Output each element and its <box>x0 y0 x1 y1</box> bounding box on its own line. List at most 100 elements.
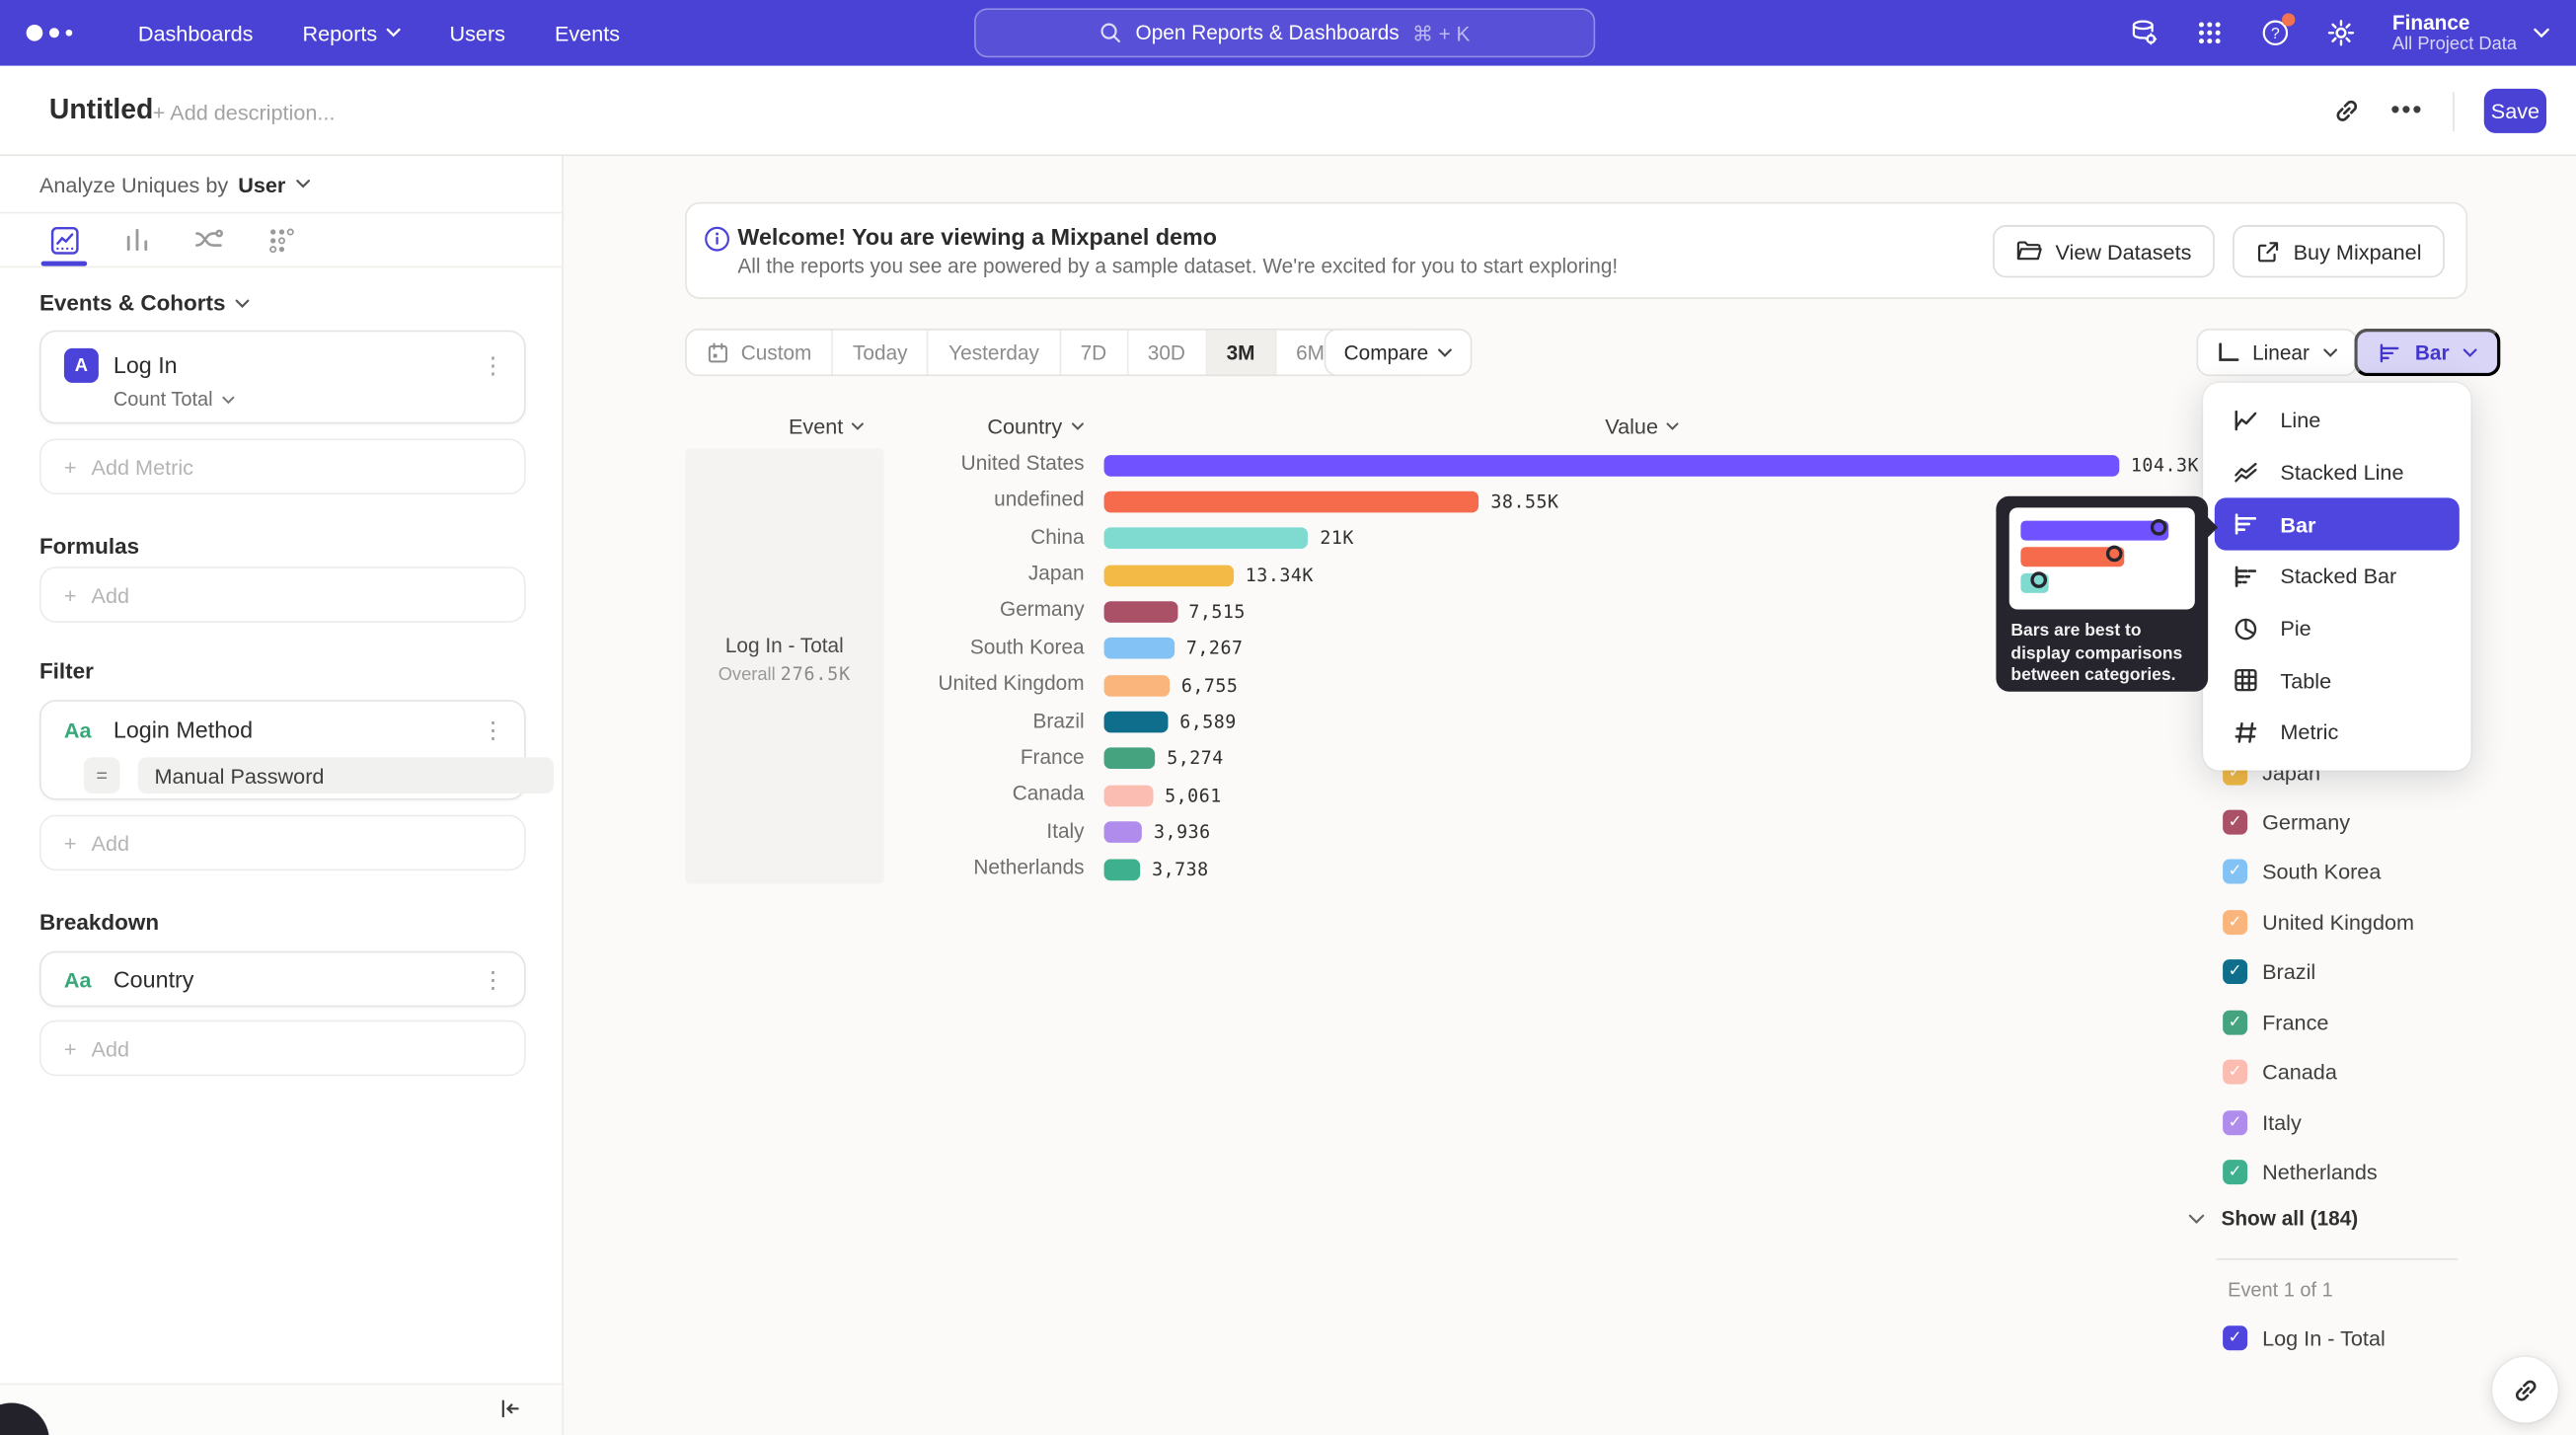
range-yesterday[interactable]: Yesterday <box>929 331 1060 375</box>
column-header-country[interactable]: Country <box>987 414 1083 438</box>
bar-united-kingdom[interactable] <box>1104 675 1171 697</box>
menu-item-metric[interactable]: Metric <box>2215 707 2460 759</box>
legend-checkbox[interactable]: ✓ <box>2223 1160 2247 1184</box>
bar-china[interactable] <box>1104 528 1309 550</box>
bar-italy[interactable] <box>1104 822 1143 844</box>
share-link-icon[interactable] <box>2333 97 2361 124</box>
events-cohorts-section-label[interactable]: Events & Cohorts <box>39 291 251 316</box>
legend-item-germany[interactable]: ✓Germany <box>2223 805 2350 838</box>
legend-item-netherlands[interactable]: ✓Netherlands <box>2223 1156 2378 1188</box>
tab-insights[interactable] <box>39 213 89 265</box>
show-all-toggle[interactable]: Show all (184) <box>2228 1207 2358 1230</box>
add-breakdown-button[interactable]: +Add <box>39 1020 526 1077</box>
chevron-down-icon <box>2322 347 2337 357</box>
report-title[interactable]: Untitled <box>49 94 153 126</box>
legend-item-south-korea[interactable]: ✓South Korea <box>2223 856 2381 888</box>
chart-type-button[interactable]: Bar <box>2354 329 2500 376</box>
tab-retention[interactable] <box>257 213 306 265</box>
legend-checkbox[interactable]: ✓ <box>2223 860 2247 884</box>
aggregation-dropdown[interactable]: Count Total <box>114 388 234 411</box>
breakdown-card-country[interactable]: Aa Country ⋮ <box>39 951 526 1008</box>
legend-item-italy[interactable]: ✓Italy <box>2223 1105 2302 1138</box>
filter-value-field[interactable]: Manual Password <box>138 757 554 793</box>
metric-card-log-in[interactable]: A Log In ⋮ Count Total <box>39 331 526 424</box>
project-switcher[interactable]: Finance All Project Data <box>2392 11 2549 55</box>
nav-item-reports[interactable]: Reports <box>302 21 400 45</box>
range-today[interactable]: Today <box>833 331 929 375</box>
kebab-menu-icon[interactable]: ⋮ <box>482 718 504 740</box>
legend-checkbox[interactable]: ✓ <box>2223 910 2247 935</box>
legend-item-united-kingdom[interactable]: ✓United Kingdom <box>2223 906 2414 939</box>
date-range-selector: CustomTodayYesterday7D30D3M6M12M <box>685 329 1427 376</box>
bar-row-label: Japan <box>892 562 1085 584</box>
range-3m[interactable]: 3M <box>1207 331 1277 375</box>
kebab-menu-icon[interactable]: ⋮ <box>482 967 504 990</box>
buy-mixpanel-button[interactable]: Buy Mixpanel <box>2233 225 2445 277</box>
add-formula-button[interactable]: +Add <box>39 566 526 623</box>
breakdown-property-name[interactable]: Country <box>114 966 194 993</box>
menu-item-stacked-bar[interactable]: Stacked Bar <box>2215 551 2460 603</box>
range-30d[interactable]: 30D <box>1128 331 1207 375</box>
add-formula-label: Add <box>92 582 130 607</box>
menu-item-stacked-line[interactable]: Stacked Line <box>2215 446 2460 498</box>
legend-series-log-in-total[interactable]: ✓ Log In - Total <box>2223 1321 2386 1353</box>
filter-card-login-method[interactable]: Aa Login Method ⋮ = Manual Password <box>39 700 526 800</box>
menu-item-line[interactable]: Line <box>2215 394 2460 446</box>
share-floating-button[interactable] <box>2492 1357 2558 1423</box>
series-checkbox[interactable]: ✓ <box>2223 1324 2247 1349</box>
column-header-event[interactable]: Event <box>789 414 865 438</box>
event-summary-panel: Log In - Total Overall 276.5K <box>685 448 883 883</box>
legend-item-brazil[interactable]: ✓Brazil <box>2223 955 2315 988</box>
bar-united-states[interactable] <box>1104 454 2120 476</box>
bar-canada[interactable] <box>1104 785 1154 806</box>
legend-checkbox[interactable]: ✓ <box>2223 809 2247 834</box>
tab-funnels[interactable] <box>112 213 161 265</box>
apps-grid-icon[interactable] <box>2195 18 2225 47</box>
view-datasets-button[interactable]: View Datasets <box>1993 225 2214 277</box>
nav-item-users[interactable]: Users <box>449 21 505 45</box>
bar-undefined[interactable] <box>1104 491 1479 512</box>
analyze-value-dropdown[interactable]: User <box>238 172 285 196</box>
range-7d[interactable]: 7D <box>1061 331 1128 375</box>
filter-property-name[interactable]: Login Method <box>114 717 253 743</box>
collapse-sidebar-icon[interactable] <box>497 1397 522 1421</box>
settings-gear-icon[interactable] <box>2326 18 2356 47</box>
metric-event-name[interactable]: Log In <box>114 351 178 378</box>
bar-germany[interactable] <box>1104 601 1177 623</box>
bar-brazil[interactable] <box>1104 712 1169 733</box>
legend-checkbox[interactable]: ✓ <box>2223 1060 2247 1085</box>
add-description-field[interactable]: + Add description... <box>153 101 336 125</box>
data-management-icon[interactable] <box>2130 18 2159 47</box>
help-icon[interactable]: ? <box>2261 18 2291 47</box>
global-search-input[interactable]: Open Reports & Dashboards ⌘ + K <box>974 8 1595 57</box>
more-options-icon[interactable]: ••• <box>2390 103 2423 119</box>
bar-netherlands[interactable] <box>1104 859 1141 880</box>
add-metric-button[interactable]: +Add Metric <box>39 438 526 494</box>
add-filter-button[interactable]: +Add <box>39 815 526 871</box>
legend-item-canada[interactable]: ✓Canada <box>2223 1056 2337 1089</box>
nav-item-dashboards[interactable]: Dashboards <box>138 21 254 45</box>
legend-item-france[interactable]: ✓France <box>2223 1006 2328 1038</box>
menu-item-table[interactable]: Table <box>2215 654 2460 707</box>
legend-checkbox[interactable]: ✓ <box>2223 959 2247 984</box>
tab-flows[interactable] <box>184 213 233 265</box>
menu-item-pie[interactable]: Pie <box>2215 602 2460 654</box>
save-button[interactable]: Save <box>2484 89 2546 133</box>
plus-icon: + <box>64 454 77 479</box>
menu-item-bar[interactable]: Bar <box>2215 498 2460 551</box>
linear-scale-button[interactable]: Linear <box>2196 329 2357 376</box>
legend-checkbox[interactable]: ✓ <box>2223 1010 2247 1034</box>
range-label: 6M <box>1296 340 1325 363</box>
mixpanel-logo-icon[interactable] <box>27 25 93 41</box>
bar-japan[interactable] <box>1104 565 1235 586</box>
range-custom[interactable]: Custom <box>687 331 833 375</box>
bar-value-label: 104.3K <box>2131 454 2199 476</box>
bar-france[interactable] <box>1104 748 1156 770</box>
nav-item-events[interactable]: Events <box>555 21 620 45</box>
compare-button[interactable]: Compare <box>1325 329 1474 376</box>
kebab-menu-icon[interactable]: ⋮ <box>482 353 504 376</box>
column-header-value[interactable]: Value <box>1605 414 1679 438</box>
legend-checkbox[interactable]: ✓ <box>2223 1109 2247 1134</box>
filter-operator-chip[interactable]: = <box>84 757 120 793</box>
bar-south-korea[interactable] <box>1104 638 1175 659</box>
